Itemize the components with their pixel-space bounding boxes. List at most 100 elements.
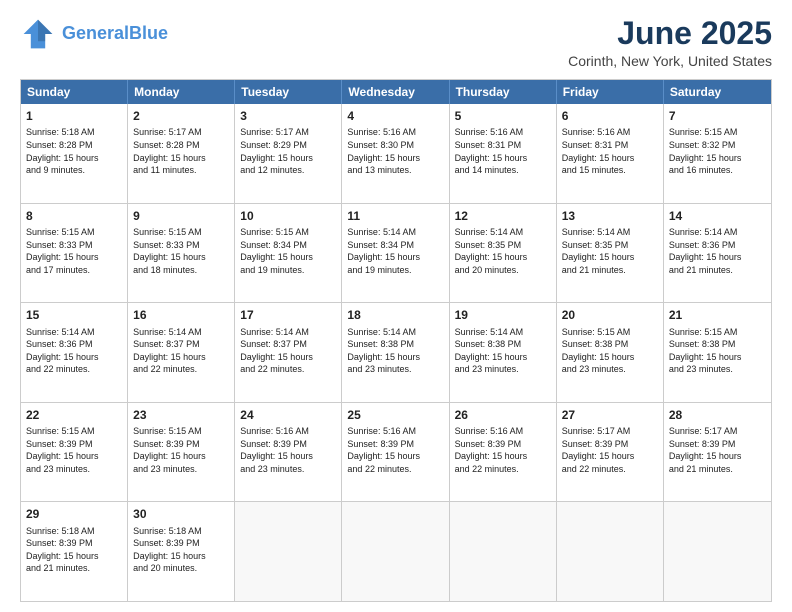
logo: GeneralBlue: [20, 16, 168, 52]
day-details: Sunrise: 5:14 AMSunset: 8:38 PMDaylight:…: [455, 326, 551, 376]
calendar-row-4: 29 Sunrise: 5:18 AMSunset: 8:39 PMDayligh…: [21, 501, 771, 601]
day-cell-7: 7 Sunrise: 5:15 AMSunset: 8:32 PMDaylight…: [664, 104, 771, 203]
day-cell-empty-4-4: [450, 502, 557, 601]
day-cell-20: 20 Sunrise: 5:15 AMSunset: 8:38 PMDayligh…: [557, 303, 664, 402]
day-cell-11: 11 Sunrise: 5:14 AMSunset: 8:34 PMDayligh…: [342, 204, 449, 303]
day-number: 8: [26, 208, 122, 224]
calendar: SundayMondayTuesdayWednesdayThursdayFrid…: [20, 79, 772, 602]
day-cell-30: 30Sunrise: 5:18 AMSunset: 8:39 PMDayligh…: [128, 502, 235, 601]
day-number: 7: [669, 108, 766, 124]
day-cell-14: 14Sunrise: 5:14 AMSunset: 8:36 PMDayligh…: [664, 204, 771, 303]
header-cell-monday: Monday: [128, 80, 235, 104]
logo-line2: Blue: [129, 23, 168, 43]
calendar-row-1: 8 Sunrise: 5:15 AMSunset: 8:33 PMDaylight…: [21, 203, 771, 303]
day-cell-25: 25 Sunrise: 5:16 AMSunset: 8:39 PMDayligh…: [342, 403, 449, 502]
day-details: Sunrise: 5:14 AMSunset: 8:35 PMDaylight:…: [455, 226, 551, 276]
day-details: Sunrise: 5:15 AMSunset: 8:38 PMDaylight:…: [562, 326, 658, 376]
day-cell-22: 22Sunrise: 5:15 AMSunset: 8:39 PMDayligh…: [21, 403, 128, 502]
day-cell-18: 18Sunrise: 5:14 AMSunset: 8:38 PMDayligh…: [342, 303, 449, 402]
day-cell-29: 29 Sunrise: 5:18 AMSunset: 8:39 PMDayligh…: [21, 502, 128, 601]
day-number: 29: [26, 506, 122, 522]
day-cell-4: 4Sunrise: 5:16 AMSunset: 8:30 PMDaylight…: [342, 104, 449, 203]
day-number: 11: [347, 208, 443, 224]
day-cell-12: 12 Sunrise: 5:14 AMSunset: 8:35 PMDayligh…: [450, 204, 557, 303]
logo-icon: [20, 16, 56, 52]
header-cell-wednesday: Wednesday: [342, 80, 449, 104]
day-number: 13: [562, 208, 658, 224]
day-cell-empty-4-3: [342, 502, 449, 601]
day-cell-19: 19Sunrise: 5:14 AMSunset: 8:38 PMDayligh…: [450, 303, 557, 402]
day-cell-17: 17 Sunrise: 5:14 AMSunset: 8:37 PMDayligh…: [235, 303, 342, 402]
day-cell-10: 10 Sunrise: 5:15 AMSunset: 8:34 PMDayligh…: [235, 204, 342, 303]
day-number: 17: [240, 307, 336, 323]
day-details: Sunrise: 5:14 AMSunset: 8:34 PMDaylight:…: [347, 226, 443, 276]
day-number: 2: [133, 108, 229, 124]
day-details: Sunrise: 5:18 AMSunset: 8:39 PMDaylight:…: [133, 525, 229, 575]
title-block: June 2025 Corinth, New York, United Stat…: [568, 16, 772, 69]
day-cell-empty-4-6: [664, 502, 771, 601]
day-cell-2: 2 Sunrise: 5:17 AMSunset: 8:28 PMDaylight…: [128, 104, 235, 203]
day-cell-empty-4-5: [557, 502, 664, 601]
day-cell-27: 27 Sunrise: 5:17 AMSunset: 8:39 PMDayligh…: [557, 403, 664, 502]
day-details: Sunrise: 5:16 AMSunset: 8:39 PMDaylight:…: [240, 425, 336, 475]
day-number: 27: [562, 407, 658, 423]
day-cell-21: 21Sunrise: 5:15 AMSunset: 8:38 PMDayligh…: [664, 303, 771, 402]
day-number: 23: [133, 407, 229, 423]
day-number: 1: [26, 108, 122, 124]
header-cell-saturday: Saturday: [664, 80, 771, 104]
day-details: Sunrise: 5:15 AMSunset: 8:33 PMDaylight:…: [133, 226, 229, 276]
day-number: 21: [669, 307, 766, 323]
day-details: Sunrise: 5:16 AMSunset: 8:31 PMDaylight:…: [455, 126, 551, 176]
day-cell-16: 16 Sunrise: 5:14 AMSunset: 8:37 PMDayligh…: [128, 303, 235, 402]
day-number: 14: [669, 208, 766, 224]
day-cell-empty-4-2: [235, 502, 342, 601]
day-details: Sunrise: 5:16 AMSunset: 8:39 PMDaylight:…: [347, 425, 443, 475]
day-number: 9: [133, 208, 229, 224]
day-cell-3: 3 Sunrise: 5:17 AMSunset: 8:29 PMDaylight…: [235, 104, 342, 203]
day-number: 12: [455, 208, 551, 224]
calendar-row-0: 1 Sunrise: 5:18 AMSunset: 8:28 PMDaylight…: [21, 104, 771, 203]
day-details: Sunrise: 5:17 AMSunset: 8:28 PMDaylight:…: [133, 126, 229, 176]
day-cell-8: 8 Sunrise: 5:15 AMSunset: 8:33 PMDaylight…: [21, 204, 128, 303]
day-details: Sunrise: 5:18 AMSunset: 8:39 PMDaylight:…: [26, 525, 122, 575]
day-details: Sunrise: 5:18 AMSunset: 8:28 PMDaylight:…: [26, 126, 122, 176]
day-details: Sunrise: 5:16 AMSunset: 8:39 PMDaylight:…: [455, 425, 551, 475]
logo-text: GeneralBlue: [62, 24, 168, 44]
day-cell-15: 15Sunrise: 5:14 AMSunset: 8:36 PMDayligh…: [21, 303, 128, 402]
day-cell-1: 1 Sunrise: 5:18 AMSunset: 8:28 PMDaylight…: [21, 104, 128, 203]
day-details: Sunrise: 5:15 AMSunset: 8:32 PMDaylight:…: [669, 126, 766, 176]
day-details: Sunrise: 5:17 AMSunset: 8:39 PMDaylight:…: [669, 425, 766, 475]
day-details: Sunrise: 5:14 AMSunset: 8:35 PMDaylight:…: [562, 226, 658, 276]
day-details: Sunrise: 5:17 AMSunset: 8:39 PMDaylight:…: [562, 425, 658, 475]
day-number: 20: [562, 307, 658, 323]
calendar-row-3: 22 Sunrise: 5:15 AMSunset: 8:39 PMDayligh…: [21, 402, 771, 502]
day-details: Sunrise: 5:17 AMSunset: 8:29 PMDaylight:…: [240, 126, 336, 176]
day-number: 22: [26, 407, 122, 423]
day-cell-26: 26Sunrise: 5:16 AMSunset: 8:39 PMDayligh…: [450, 403, 557, 502]
day-number: 28: [669, 407, 766, 423]
day-details: Sunrise: 5:15 AMSunset: 8:33 PMDaylight:…: [26, 226, 122, 276]
day-details: Sunrise: 5:14 AMSunset: 8:37 PMDaylight:…: [133, 326, 229, 376]
header-cell-sunday: Sunday: [21, 80, 128, 104]
header-cell-tuesday: Tuesday: [235, 80, 342, 104]
calendar-body: 1 Sunrise: 5:18 AMSunset: 8:28 PMDaylight…: [21, 104, 771, 601]
day-details: Sunrise: 5:15 AMSunset: 8:39 PMDaylight:…: [133, 425, 229, 475]
day-cell-5: 5 Sunrise: 5:16 AMSunset: 8:31 PMDaylight…: [450, 104, 557, 203]
page: GeneralBlue June 2025 Corinth, New York,…: [0, 0, 792, 612]
day-details: Sunrise: 5:14 AMSunset: 8:37 PMDaylight:…: [240, 326, 336, 376]
day-number: 18: [347, 307, 443, 323]
main-title: June 2025: [568, 16, 772, 51]
day-cell-24: 24Sunrise: 5:16 AMSunset: 8:39 PMDayligh…: [235, 403, 342, 502]
day-number: 16: [133, 307, 229, 323]
day-cell-13: 13 Sunrise: 5:14 AMSunset: 8:35 PMDayligh…: [557, 204, 664, 303]
day-number: 5: [455, 108, 551, 124]
day-number: 3: [240, 108, 336, 124]
day-details: Sunrise: 5:16 AMSunset: 8:30 PMDaylight:…: [347, 126, 443, 176]
day-number: 25: [347, 407, 443, 423]
calendar-header: SundayMondayTuesdayWednesdayThursdayFrid…: [21, 80, 771, 104]
subtitle: Corinth, New York, United States: [568, 53, 772, 69]
day-details: Sunrise: 5:15 AMSunset: 8:34 PMDaylight:…: [240, 226, 336, 276]
day-number: 6: [562, 108, 658, 124]
day-cell-23: 23 Sunrise: 5:15 AMSunset: 8:39 PMDayligh…: [128, 403, 235, 502]
day-number: 10: [240, 208, 336, 224]
